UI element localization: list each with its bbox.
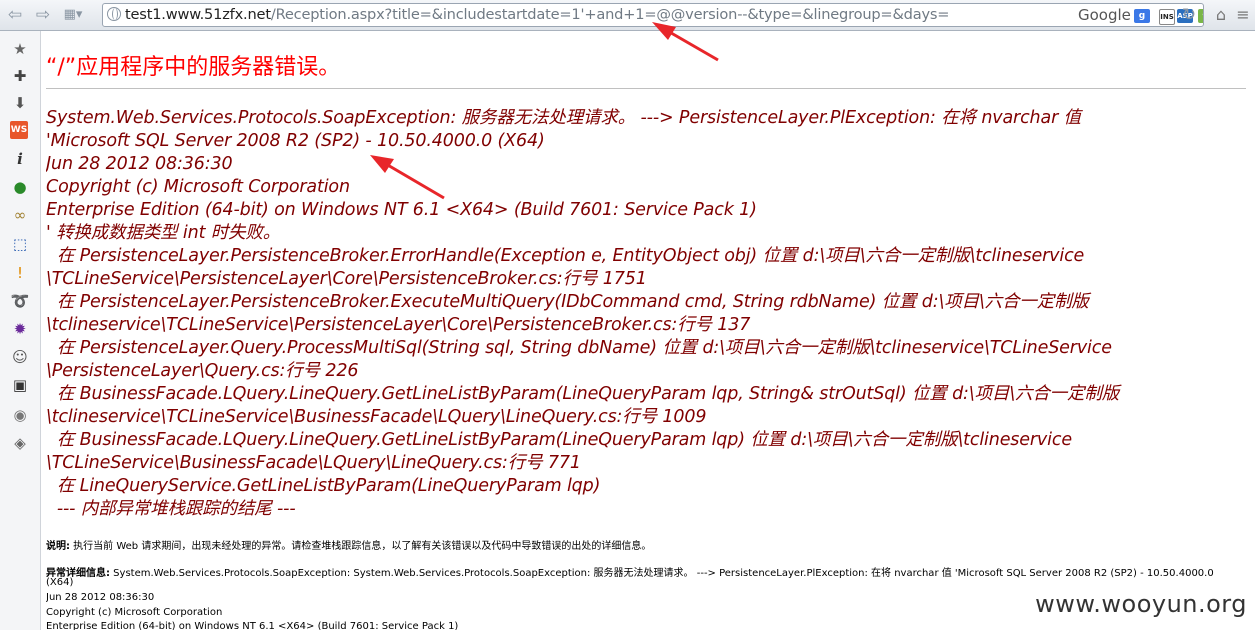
error-message-line: 在 BusinessFacade.LQuery.LineQuery.GetLin… bbox=[46, 384, 1120, 404]
exception-row: 异常详细信息: System.Web.Services.Protocols.So… bbox=[46, 564, 1214, 579]
error-message-line: --- 内部异常堆栈跟踪的结尾 --- bbox=[46, 499, 296, 519]
google-g-icon[interactable]: g bbox=[1134, 9, 1150, 23]
error-message-line: \TCLineService\PersistenceLayer\Core\Per… bbox=[46, 269, 647, 289]
address-bar[interactable]: test1.www.51zfx.net/Reception.aspx?title… bbox=[102, 3, 1204, 27]
error-message-line: 在 LineQueryService.GetLineListByParam(Li… bbox=[46, 476, 601, 496]
globe-tool-icon[interactable]: ◉ bbox=[10, 405, 30, 425]
error-message: System.Web.Services.Protocols.SoapExcept… bbox=[46, 107, 1251, 521]
menu-icon[interactable]: ≡ bbox=[1232, 4, 1254, 26]
puzzle-icon[interactable]: ✚ bbox=[10, 66, 30, 86]
description-row: 说明: 执行当前 Web 请求期间，出现未经处理的异常。请检查堆栈跟踪信息，以了… bbox=[46, 537, 651, 552]
ins-icon[interactable]: INS bbox=[1159, 9, 1175, 25]
green-orb-icon[interactable]: ● bbox=[10, 177, 30, 197]
exception-line: Enterprise Edition (64-bit) on Windows N… bbox=[46, 621, 459, 630]
exception-line: Copyright (c) Microsoft Corporation bbox=[46, 607, 223, 618]
watermark: www.wooyun.org bbox=[1035, 590, 1247, 618]
url-host: test1.www.51zfx.net bbox=[125, 6, 271, 23]
description-text: 执行当前 Web 请求期间，出现未经处理的异常。请检查堆栈跟踪信息，以了解有关该… bbox=[70, 541, 652, 552]
description-label: 说明: bbox=[46, 541, 70, 552]
error-message-line: Jun 28 2012 08:36:30 bbox=[46, 154, 233, 174]
error-message-line: 在 PersistenceLayer.PersistenceBroker.Err… bbox=[46, 246, 1085, 266]
error-message-line: \tclineservice\TCLineService\BusinessFac… bbox=[46, 407, 707, 427]
info-icon[interactable]: i bbox=[10, 149, 30, 169]
exception-line: (X64) bbox=[46, 577, 74, 588]
error-message-line: \PersistenceLayer\Query.cs:行号 226 bbox=[46, 361, 359, 381]
page-content: “/”应用程序中的服务器错误。 System.Web.Services.Prot… bbox=[46, 31, 1251, 630]
error-message-line: 'Microsoft SQL Server 2008 R2 (SP2) - 10… bbox=[46, 131, 545, 151]
glasses-icon[interactable]: ∞ bbox=[10, 205, 30, 225]
page-globe-icon bbox=[107, 7, 121, 21]
url-path: /Reception.aspx?title=&includestartdate=… bbox=[270, 6, 950, 23]
home-icon[interactable]: ⌂ bbox=[1210, 4, 1232, 26]
error-message-line: Enterprise Edition (64-bit) on Windows N… bbox=[46, 200, 757, 220]
error-message-line: 在 PersistenceLayer.PersistenceBroker.Exe… bbox=[46, 292, 1089, 312]
ws-icon[interactable]: WS bbox=[10, 121, 28, 139]
error-message-line: \TCLineService\BusinessFacade\LQuery\Lin… bbox=[46, 453, 581, 473]
error-message-line: Copyright (c) Microsoft Corporation bbox=[46, 177, 350, 197]
title-divider bbox=[46, 88, 1246, 89]
url-text[interactable]: test1.www.51zfx.net/Reception.aspx?title… bbox=[125, 6, 950, 23]
download-icon[interactable]: ⬇ bbox=[10, 93, 30, 113]
browser-toolbar: ⇦ ⇨ ▦▾ test1.www.51zfx.net/Reception.asp… bbox=[0, 0, 1255, 31]
extension-sidebar: ★ ✚ ⬇ WS i ● ∞ ⬚ ! ➰ ✹ ☺ ▣ ◉ ◈ bbox=[0, 31, 41, 630]
search-engine-label: Google bbox=[1078, 6, 1131, 24]
back-icon[interactable]: ⇦ bbox=[4, 4, 26, 26]
bug-icon[interactable]: ✹ bbox=[10, 319, 30, 339]
forward-icon[interactable]: ⇨ bbox=[32, 4, 54, 26]
star-icon[interactable]: ★ bbox=[10, 39, 30, 59]
reload-icon[interactable]: ↻ bbox=[1178, 4, 1200, 26]
error-message-line: System.Web.Services.Protocols.SoapExcept… bbox=[46, 108, 1081, 128]
error-message-line: 在 BusinessFacade.LQuery.LineQuery.GetLin… bbox=[46, 430, 1072, 450]
page-title: “/”应用程序中的服务器错误。 bbox=[46, 55, 341, 80]
error-message-line: 在 PersistenceLayer.Query.ProcessMultiSql… bbox=[46, 338, 1112, 358]
error-message-line: ' 转换成数据类型 int 时失败。 bbox=[46, 223, 281, 243]
cursor-icon[interactable]: ⬚ bbox=[10, 234, 30, 254]
exception-text: System.Web.Services.Protocols.SoapExcept… bbox=[110, 568, 1214, 579]
warning-icon[interactable]: ! bbox=[10, 263, 30, 283]
eraser-icon[interactable]: ◈ bbox=[10, 433, 30, 453]
palette-icon[interactable]: ☺ bbox=[10, 347, 30, 367]
error-message-line: \tclineservice\TCLineService\Persistence… bbox=[46, 315, 751, 335]
apps-grid-icon[interactable]: ▦▾ bbox=[62, 4, 84, 26]
exception-line: Jun 28 2012 08:36:30 bbox=[46, 592, 155, 603]
layout-icon[interactable]: ▣ bbox=[10, 375, 30, 395]
swirl-icon[interactable]: ➰ bbox=[10, 291, 30, 311]
